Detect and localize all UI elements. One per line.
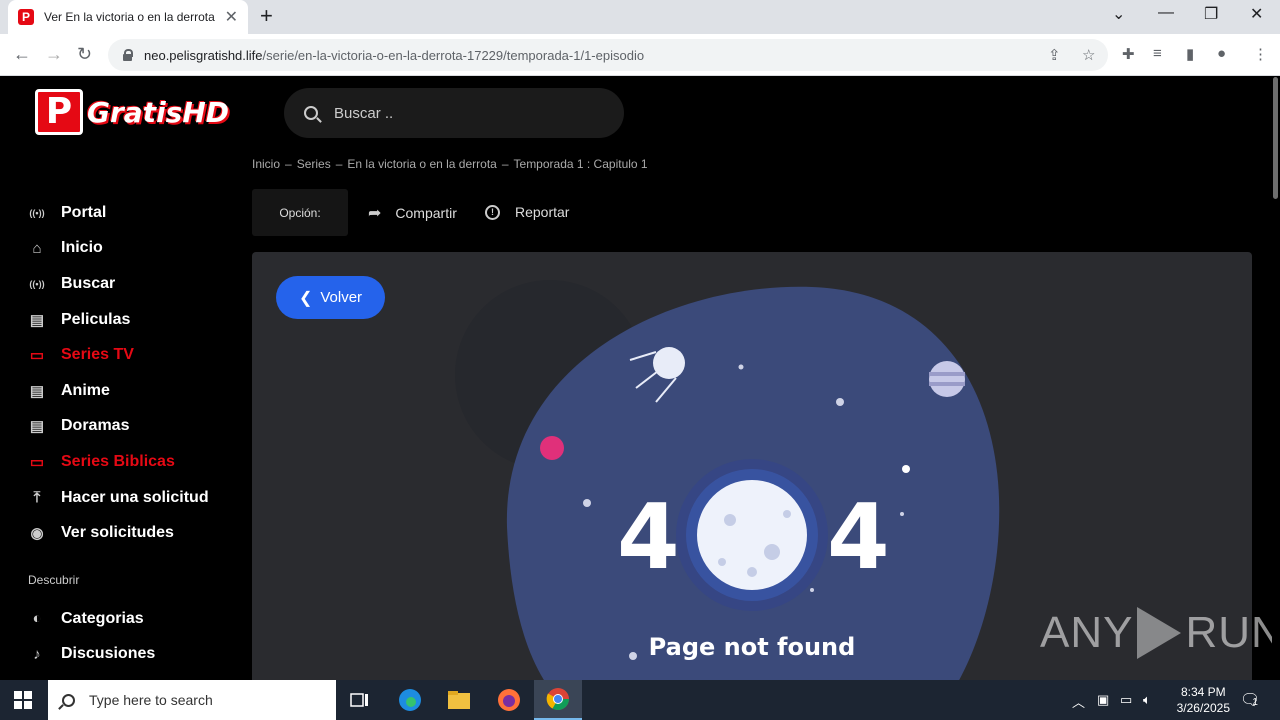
report-button[interactable]: ! Reportar <box>485 204 569 220</box>
sidebar-item-buscar[interactable]: ((•)) Buscar <box>28 266 238 302</box>
sidebar-item-peliculas[interactable]: ▤ Peliculas <box>28 302 238 338</box>
tv-icon: ▭ <box>29 347 45 365</box>
minimize-icon[interactable]: — <box>1158 4 1174 22</box>
tv-icon: ▭ <box>29 453 45 471</box>
taskbar-search[interactable]: Type here to search <box>48 680 336 720</box>
volume-icon[interactable]: 🔈︎ <box>1143 692 1151 708</box>
share-page-icon[interactable]: ⇪ <box>1048 46 1061 64</box>
sidebar-item-doramas[interactable]: ▤ Doramas <box>28 409 238 445</box>
home-icon: ⌂ <box>32 239 42 257</box>
breadcrumb-item[interactable]: Series <box>297 157 331 171</box>
mic-icon: ♪ <box>33 645 41 663</box>
menu-kebab-icon[interactable]: ⋮ <box>1253 45 1268 63</box>
network-icon[interactable]: ▭ <box>1120 692 1132 708</box>
url-text: neo.pelisgratishd.life/serie/en-la-victo… <box>144 47 645 63</box>
edge-browser-icon[interactable] <box>386 680 434 720</box>
share-arrow-icon: ➦ <box>368 205 382 222</box>
tab-title: Ver En la victoria o en la derrota <box>44 10 215 24</box>
tab-close-icon[interactable]: ✕ <box>225 7 238 27</box>
chrome-icon[interactable] <box>534 680 582 720</box>
back-arrow-icon[interactable]: ← <box>13 44 31 65</box>
sidebar-item-series-biblicas[interactable]: ▭ Series Biblicas <box>28 444 238 480</box>
site-logo[interactable]: P GratisHD <box>35 89 229 135</box>
extensions-icon[interactable]: ✚ <box>1122 45 1135 63</box>
film-icon: ▤ <box>29 382 45 400</box>
breadcrumb-separator: – <box>285 157 292 171</box>
page-content: P GratisHD ((•))Portal⌂Inicio((•))Buscar… <box>0 77 1280 680</box>
bookmark-star-icon[interactable]: ☆ <box>1082 46 1095 64</box>
taskbar-clock[interactable]: 8:34 PM 3/26/2025 <box>1177 684 1230 716</box>
site-favicon-icon: P <box>18 9 34 25</box>
sidebar: ((•)) Portal ⌂ Inicio ((•)) Buscar ▤ Peliculas ▭… <box>28 195 238 672</box>
film-icon: ▤ <box>29 311 45 329</box>
sidebar-section-title: Descubrir <box>28 572 80 587</box>
side-panel-icon[interactable]: ▮ <box>1186 45 1194 63</box>
anyrun-watermark: ANY RUN <box>1040 607 1280 659</box>
breadcrumb-separator: – <box>501 157 509 171</box>
breadcrumb: Inicio – Series – En la victoria o en la der… <box>252 157 653 171</box>
lock-icon <box>122 49 133 61</box>
browser-tab[interactable]: P Ver En la victoria o en la derrota ✕ <box>8 0 248 34</box>
breadcrumb-separator: – <box>335 157 343 171</box>
sidebar-item-categorias[interactable]: ◐ Categorias <box>28 601 238 637</box>
digit-four-left: 4 <box>617 485 680 590</box>
search-icon <box>62 693 75 707</box>
reload-icon[interactable]: ↻ <box>77 44 92 65</box>
play-triangle-icon <box>1137 607 1182 659</box>
restore-icon[interactable]: ❐ <box>1204 4 1218 24</box>
film-icon: ▤ <box>29 418 45 436</box>
new-tab-icon[interactable]: + <box>260 5 273 27</box>
sidebar-item-discusiones[interactable]: ♪ Discusiones <box>28 637 238 673</box>
task-view-icon[interactable] <box>336 680 384 720</box>
page-scrollbar[interactable] <box>1272 77 1280 680</box>
digit-four-right: 4 <box>827 485 890 590</box>
tray-chevron-up-icon[interactable]: ︿ <box>1072 692 1085 711</box>
alert-circle-icon: ! <box>485 204 500 220</box>
breadcrumb-item[interactable]: Temporada 1 : Capitulo 1 <box>514 157 648 171</box>
search-icon <box>304 106 318 120</box>
firefox-icon[interactable] <box>485 680 533 720</box>
search-input[interactable] <box>334 104 594 122</box>
file-explorer-icon[interactable] <box>435 680 483 720</box>
profile-avatar-icon[interactable]: ● <box>1217 45 1226 62</box>
breadcrumb-item[interactable]: Inicio <box>252 157 280 171</box>
windows-start-icon[interactable] <box>14 691 32 709</box>
windows-taskbar: Type here to search ︿ ▣ ▭ 🔈︎ 8:34 PM 3/2… <box>0 680 1280 720</box>
striped-planet-icon <box>929 361 965 397</box>
moon-zero-icon <box>676 459 828 611</box>
media-queue-icon[interactable]: ≡ <box>1153 45 1162 62</box>
eye-icon: ◉ <box>30 525 44 543</box>
site-search[interactable] <box>284 88 624 138</box>
sidebar-item-series-tv[interactable]: ▭ Series TV <box>28 337 238 373</box>
scrollbar-thumb[interactable] <box>1273 77 1278 199</box>
tab-search-chevron-icon[interactable]: ⌄ <box>1112 4 1125 24</box>
half-circle-icon: ◐ <box>32 610 42 628</box>
breadcrumb-item[interactable]: En la victoria o en la derrota <box>347 157 496 171</box>
chevron-left-icon: ❮ <box>298 289 313 307</box>
broadcast-icon: ((•)) <box>29 207 45 218</box>
options-button[interactable]: Opción: <box>252 189 348 236</box>
sidebar-item-hacer-una-solicitud[interactable]: ⤒ Hacer una solicitud <box>28 480 238 516</box>
browser-tabbar: P Ver En la victoria o en la derrota ✕ +… <box>0 0 1280 34</box>
back-button[interactable]: ❮ Volver <box>276 276 385 319</box>
share-button[interactable]: ➦ Compartir <box>368 203 457 223</box>
close-window-icon[interactable]: ✕ <box>1250 4 1263 24</box>
sidebar-item-portal[interactable]: ((•)) Portal <box>28 195 238 231</box>
sidebar-item-anime[interactable]: ▤ Anime <box>28 373 238 409</box>
sidebar-item-ver-solicitudes[interactable]: ◉ Ver solicitudes <box>28 515 238 551</box>
pink-planet-icon <box>540 436 564 460</box>
browser-toolbar: ← → ↻ neo.pelisgratishd.life/serie/en-la… <box>0 34 1280 76</box>
forward-arrow-icon[interactable]: → <box>45 44 63 65</box>
broadcast-icon: ((•)) <box>29 278 45 289</box>
tray-device-icon[interactable]: ▣ <box>1097 692 1109 708</box>
sidebar-item-inicio[interactable]: ⌂ Inicio <box>28 231 238 267</box>
address-bar[interactable]: neo.pelisgratishd.life/serie/en-la-victo… <box>108 39 1108 71</box>
notifications-icon[interactable]: 🗨︎1 <box>1240 690 1260 710</box>
upload-icon: ⤒ <box>33 489 41 507</box>
